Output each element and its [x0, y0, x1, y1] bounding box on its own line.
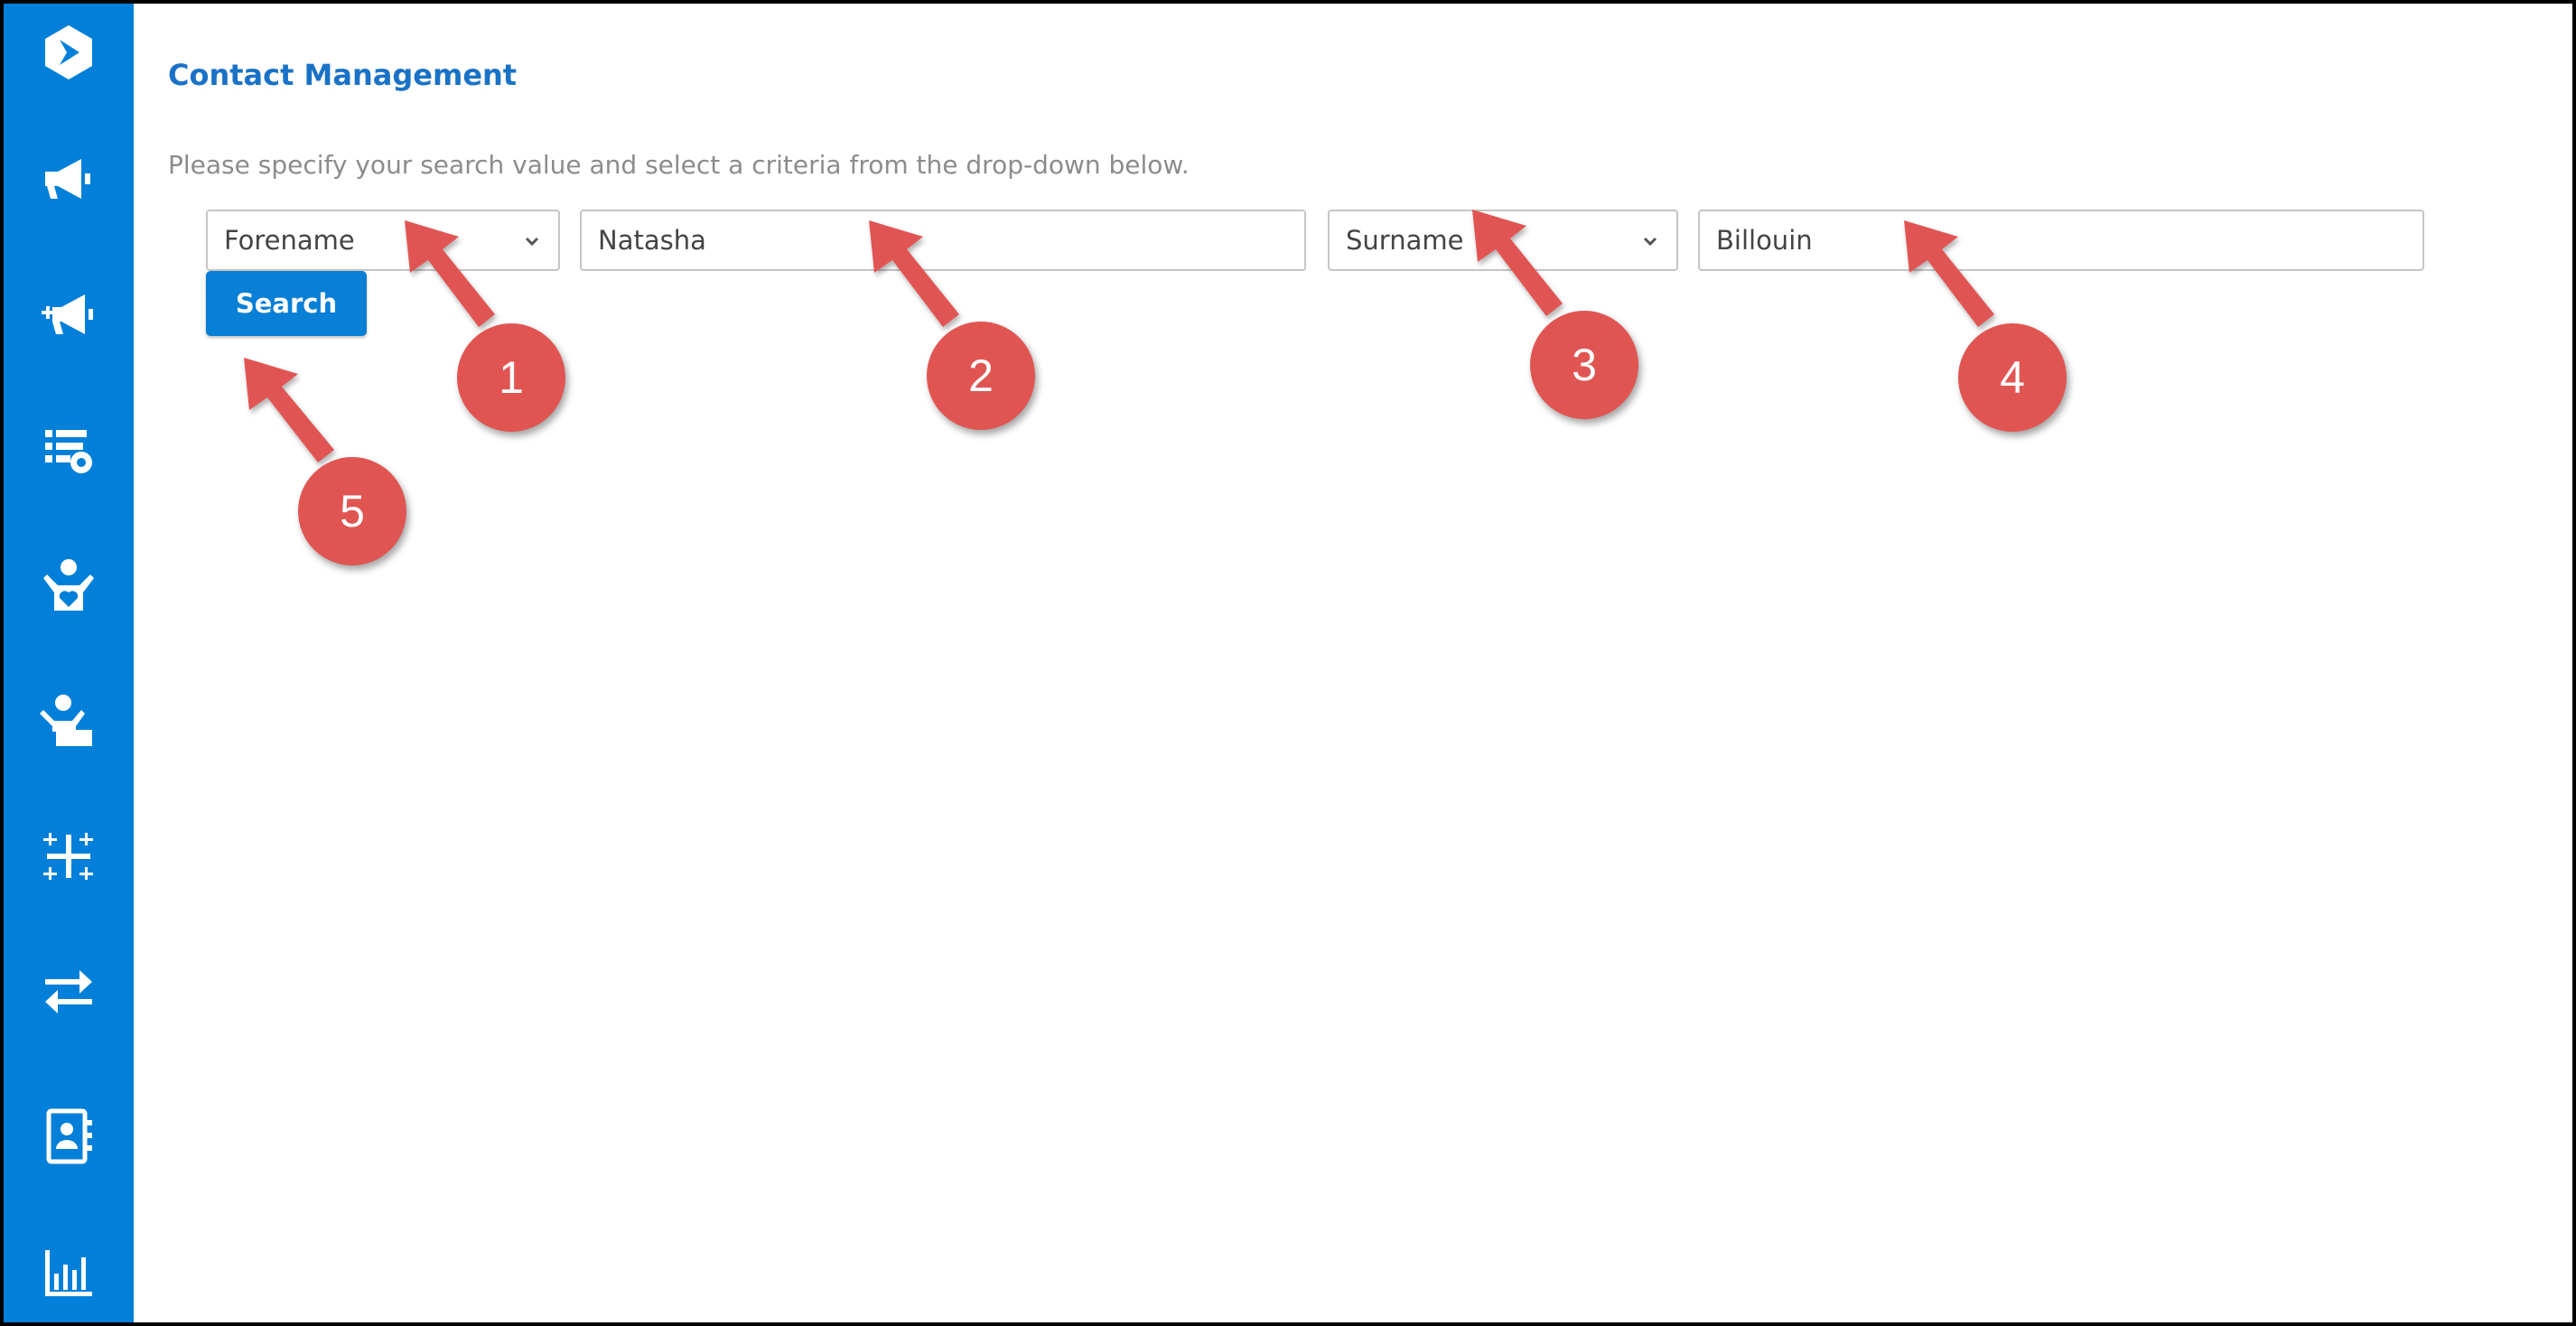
criteria-select-2[interactable]: Surname	[1328, 210, 1678, 271]
transfer-icon[interactable]	[33, 956, 105, 1028]
person-heart-icon[interactable]	[33, 549, 105, 621]
search-value-2: Billouin	[1716, 225, 1813, 256]
callout-marker-5: 5	[298, 457, 406, 565]
chevron-down-icon	[1643, 237, 1657, 247]
contact-book-icon[interactable]	[33, 1100, 105, 1172]
callout-marker-4: 4	[1958, 323, 2067, 432]
search-value-input-2[interactable]: Billouin	[1698, 210, 2424, 271]
search-button[interactable]: Search	[206, 271, 367, 336]
callout-marker-2: 2	[927, 322, 1035, 430]
criteria-select-2-value: Surname	[1346, 225, 1464, 256]
list-settings-icon[interactable]	[33, 414, 105, 486]
search-value-1: Natasha	[598, 225, 706, 256]
sidebar	[4, 4, 134, 1322]
megaphone-icon[interactable]	[33, 143, 105, 215]
page-title: Contact Management	[168, 58, 518, 92]
search-instruction: Please specify your search value and sel…	[168, 150, 1190, 180]
logo-icon[interactable]	[33, 16, 105, 89]
person-card-icon[interactable]	[33, 685, 105, 757]
app-window	[0, 0, 2576, 1326]
megaphone-add-icon[interactable]	[33, 278, 105, 350]
callout-marker-1: 1	[457, 323, 565, 432]
search-value-input-1[interactable]: Natasha	[580, 210, 1306, 271]
bar-chart-icon[interactable]	[33, 1236, 105, 1308]
callout-marker-3: 3	[1530, 311, 1638, 419]
criteria-select-1[interactable]: Forename	[206, 210, 560, 271]
criteria-select-1-value: Forename	[224, 225, 355, 256]
chevron-down-icon	[525, 237, 539, 247]
plus-grid-icon[interactable]	[33, 820, 105, 892]
